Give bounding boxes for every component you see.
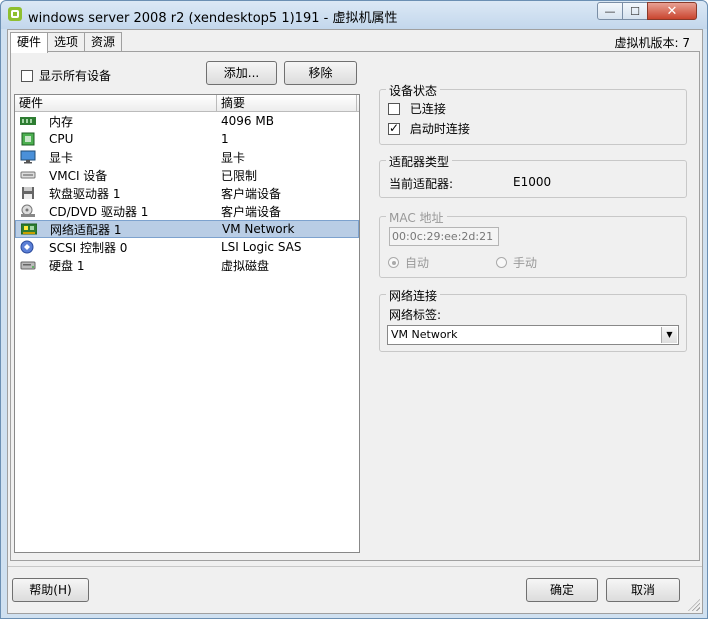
- add-device-button[interactable]: 添加...: [206, 61, 277, 85]
- hardware-row-floppy[interactable]: 软盘驱动器 1 客户端设备: [15, 184, 359, 202]
- hardware-list[interactable]: 硬件 摘要 内存 4096 MB CPU 1 显卡 显卡 VMCI 设备 已限制…: [14, 94, 360, 553]
- connected-checkbox[interactable]: [388, 102, 400, 115]
- adapter-type-title: 适配器类型: [386, 153, 453, 170]
- hardware-row-network-adapter[interactable]: 网络适配器 1 VM Network: [15, 220, 359, 238]
- column-header-summary[interactable]: 摘要: [217, 95, 357, 111]
- chevron-down-icon[interactable]: ▼: [661, 327, 677, 343]
- hardware-name: 网络适配器 1: [50, 222, 122, 237]
- device-status-title: 设备状态: [386, 82, 441, 99]
- hardware-row-harddisk[interactable]: 硬盘 1 虚拟磁盘: [15, 256, 359, 274]
- adapter-type-group: 适配器类型 当前适配器: E1000: [379, 153, 687, 198]
- cpu-icon: [21, 132, 35, 146]
- network-adapter-icon: [21, 223, 37, 235]
- network-connection-title: 网络连接: [386, 287, 441, 304]
- hardware-summary: 4096 MB: [221, 114, 274, 128]
- display-icon: [20, 150, 36, 164]
- mac-address-title: MAC 地址: [386, 209, 447, 226]
- network-label-select[interactable]: VM Network ▼: [387, 325, 679, 345]
- network-connection-group: 网络连接 网络标签: VM Network ▼: [379, 287, 687, 352]
- connected-label: 已连接: [409, 102, 446, 116]
- footer-divider: [8, 566, 702, 567]
- current-adapter-label: 当前适配器:: [389, 177, 454, 191]
- hardware-summary: 虚拟磁盘: [221, 258, 270, 273]
- hardware-name: CD/DVD 驱动器 1: [49, 204, 149, 219]
- connect-at-power-on-option[interactable]: 启动时连接: [388, 120, 470, 137]
- hardware-name: 内存: [49, 114, 74, 129]
- hardware-tab-panel: 显示所有设备 添加... 移除 硬件 摘要 内存 4096 MB CPU 1 显…: [10, 51, 700, 561]
- floppy-icon: [22, 187, 34, 199]
- hardware-summary: 客户端设备: [221, 204, 282, 219]
- mac-manual-option[interactable]: 手动: [496, 254, 537, 271]
- cancel-button[interactable]: 取消: [606, 578, 680, 602]
- current-adapter-value: E1000: [513, 175, 552, 189]
- device-status-group: 设备状态 已连接 启动时连接: [379, 82, 687, 145]
- hardware-row-display[interactable]: 显卡 显卡: [15, 148, 359, 166]
- vsphere-app-icon: [8, 7, 22, 21]
- hardware-summary: 客户端设备: [221, 186, 282, 201]
- network-label-caption: 网络标签:: [389, 308, 442, 322]
- harddisk-icon: [20, 261, 36, 270]
- vm-properties-window: windows server 2008 r2 (xendesktop5 1)19…: [0, 0, 708, 619]
- vmci-icon: [20, 171, 36, 179]
- maximize-button[interactable]: ☐: [622, 2, 648, 20]
- hardware-row-memory[interactable]: 内存 4096 MB: [15, 112, 359, 130]
- minimize-button[interactable]: —: [597, 2, 623, 20]
- hardware-name: CPU: [49, 132, 74, 146]
- mac-auto-radio[interactable]: [388, 257, 399, 268]
- network-label-value: VM Network: [391, 328, 458, 341]
- hardware-name: VMCI 设备: [49, 168, 108, 183]
- hardware-summary: LSI Logic SAS: [221, 240, 302, 254]
- help-button[interactable]: 帮助(H): [12, 578, 89, 602]
- hardware-summary: 1: [221, 132, 229, 146]
- tab-hardware[interactable]: 硬件: [10, 32, 49, 53]
- mac-manual-radio[interactable]: [496, 257, 507, 268]
- close-button[interactable]: ✕: [647, 2, 697, 20]
- hardware-list-header: 硬件 摘要: [15, 95, 359, 112]
- mac-auto-label: 自动: [405, 256, 430, 270]
- show-all-devices-checkbox[interactable]: [21, 69, 33, 82]
- hardware-row-cdrom[interactable]: CD/DVD 驱动器 1 客户端设备: [15, 202, 359, 220]
- tab-strip: 硬件 选项 资源: [10, 32, 123, 53]
- scsi-icon: [20, 240, 34, 254]
- cdrom-icon: [21, 204, 35, 217]
- show-all-devices[interactable]: 显示所有设备: [21, 67, 111, 84]
- mac-manual-label: 手动: [513, 256, 538, 270]
- hardware-row-vmci[interactable]: VMCI 设备 已限制: [15, 166, 359, 184]
- hardware-summary: 显卡: [221, 150, 246, 165]
- remove-device-button[interactable]: 移除: [284, 61, 357, 85]
- title-bar[interactable]: windows server 2008 r2 (xendesktop5 1)19…: [1, 1, 707, 29]
- connect-at-power-on-label: 启动时连接: [409, 122, 470, 136]
- hardware-name: 软盘驱动器 1: [49, 186, 121, 201]
- connected-option[interactable]: 已连接: [388, 100, 446, 117]
- mac-auto-option[interactable]: 自动: [388, 254, 429, 271]
- hardware-summary: 已限制: [221, 168, 258, 183]
- mac-address-input[interactable]: 00:0c:29:ee:2d:21: [389, 227, 499, 246]
- column-header-hardware[interactable]: 硬件: [15, 95, 217, 111]
- connect-at-power-on-checkbox[interactable]: [388, 121, 400, 135]
- vm-version: 虚拟机版本: 7: [614, 36, 691, 50]
- dialog-client: 硬件 选项 资源 虚拟机版本: 7 显示所有设备 添加... 移除 硬件 摘要 …: [7, 29, 703, 614]
- window-title: windows server 2008 r2 (xendesktop5 1)19…: [28, 11, 398, 26]
- resize-grip-icon[interactable]: [688, 599, 700, 611]
- mac-address-group: MAC 地址 00:0c:29:ee:2d:21 自动 手动: [379, 209, 687, 278]
- tab-options[interactable]: 选项: [47, 32, 86, 52]
- show-all-devices-label: 显示所有设备: [39, 69, 112, 83]
- hardware-name: SCSI 控制器 0: [49, 240, 128, 255]
- hardware-row-cpu[interactable]: CPU 1: [15, 130, 359, 148]
- ok-button[interactable]: 确定: [526, 578, 598, 602]
- hardware-summary: VM Network: [222, 222, 295, 236]
- hardware-row-scsi[interactable]: SCSI 控制器 0 LSI Logic SAS: [15, 238, 359, 256]
- tab-resources[interactable]: 资源: [84, 32, 123, 52]
- hardware-name: 硬盘 1: [49, 258, 85, 273]
- memory-icon: [20, 117, 36, 125]
- hardware-name: 显卡: [49, 150, 74, 165]
